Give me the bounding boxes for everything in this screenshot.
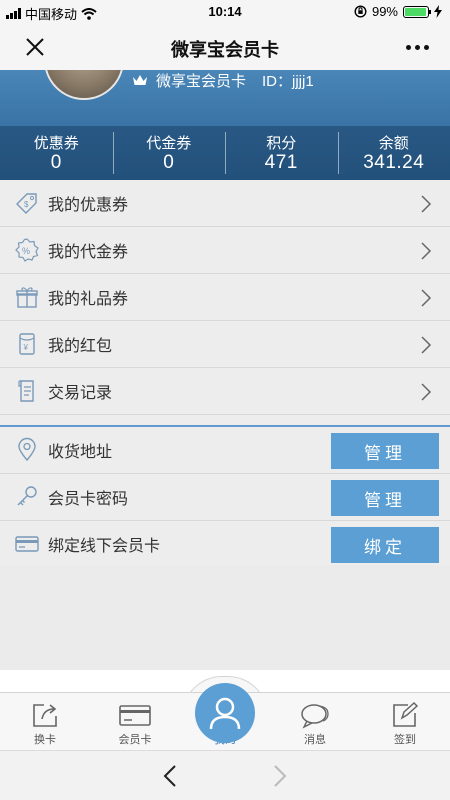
stat-value: 341.24 bbox=[363, 152, 425, 173]
manage-address-button[interactable]: 管理 bbox=[331, 433, 439, 469]
stat-value: 471 bbox=[264, 152, 298, 173]
menu-item-red-envelope[interactable]: ¥ 我的红包 bbox=[0, 321, 450, 368]
settings-row-address: 收货地址 管理 bbox=[0, 427, 450, 474]
charging-icon bbox=[434, 5, 442, 18]
edit-icon bbox=[393, 701, 419, 727]
manage-password-button[interactable]: 管理 bbox=[331, 480, 439, 516]
menu-item-coupons[interactable]: $ 我的优惠券 bbox=[0, 180, 450, 227]
menu-label: 我的优惠券 bbox=[48, 197, 129, 214]
menu-item-vouchers[interactable]: % 我的代金券 bbox=[0, 227, 450, 274]
forward-arrow-icon[interactable] bbox=[268, 763, 290, 789]
nav-bar: 微享宝会员卡 bbox=[0, 24, 450, 70]
chevron-right-icon bbox=[421, 383, 432, 401]
chevron-right-icon bbox=[421, 242, 432, 260]
location-pin-icon bbox=[18, 437, 36, 462]
menu-label: 我的礼品券 bbox=[48, 291, 129, 308]
stat-vouchers[interactable]: 代金券 0 bbox=[112, 126, 226, 180]
menu-item-gift-vouchers[interactable]: 我的礼品券 bbox=[0, 274, 450, 321]
menu-item-transactions[interactable]: 交易记录 bbox=[0, 368, 450, 415]
menu-label: 我的红包 bbox=[48, 338, 113, 355]
status-right: 99% bbox=[354, 4, 442, 19]
tab-label: 换卡 bbox=[34, 734, 56, 746]
svg-text:$: $ bbox=[24, 200, 29, 209]
tab-label: 签到 bbox=[394, 734, 416, 746]
card-name: 微享宝会员卡 bbox=[156, 72, 247, 90]
settings-row-password: 会员卡密码 管理 bbox=[0, 474, 450, 521]
user-icon bbox=[209, 697, 241, 730]
card-icon bbox=[15, 536, 39, 552]
back-arrow-icon[interactable] bbox=[160, 763, 182, 789]
orientation-lock-icon bbox=[354, 5, 367, 18]
settings-label: 会员卡密码 bbox=[48, 491, 129, 508]
member-header: 微享宝会员卡 ID：jjjj1 优惠券 0 代金券 0 积分 471 余额 34… bbox=[0, 70, 450, 180]
battery-percent: 99% bbox=[371, 4, 398, 19]
tab-label: 会员卡 bbox=[118, 734, 152, 746]
red-envelope-icon: ¥ bbox=[19, 333, 35, 355]
stat-coupons[interactable]: 优惠券 0 bbox=[0, 126, 113, 180]
settings-row-bind-card: 绑定线下会员卡 绑定 bbox=[0, 521, 450, 568]
stat-label: 积分 bbox=[266, 135, 297, 152]
key-icon bbox=[17, 486, 37, 506]
tab-check-in[interactable]: 签到 bbox=[360, 693, 450, 751]
svg-text:%: % bbox=[22, 246, 30, 256]
card-info: 微享宝会员卡 ID：jjjj1 bbox=[132, 70, 314, 90]
status-bar: 中国移动 10:14 99% bbox=[0, 0, 450, 24]
avatar[interactable] bbox=[44, 70, 124, 100]
settings-label: 绑定线下会员卡 bbox=[48, 538, 161, 555]
share-icon bbox=[33, 704, 57, 727]
stat-label: 代金券 bbox=[146, 135, 192, 152]
menu-label: 交易记录 bbox=[48, 385, 113, 402]
stats-bar: 优惠券 0 代金券 0 积分 471 余额 341.24 bbox=[0, 126, 450, 180]
chevron-right-icon bbox=[421, 195, 432, 213]
stat-label: 优惠券 bbox=[33, 135, 79, 152]
stat-label: 余额 bbox=[378, 135, 409, 152]
stat-points[interactable]: 积分 471 bbox=[225, 126, 338, 180]
bind-card-button[interactable]: 绑定 bbox=[331, 527, 439, 563]
percent-badge-icon: % bbox=[15, 238, 39, 262]
stat-value: 0 bbox=[163, 152, 175, 173]
tab-messages[interactable]: 消息 bbox=[270, 693, 360, 751]
chevron-right-icon bbox=[421, 336, 432, 354]
chat-icon bbox=[301, 704, 329, 729]
receipt-icon bbox=[18, 380, 34, 402]
chevron-right-icon bbox=[421, 289, 432, 307]
settings-label: 收货地址 bbox=[48, 444, 113, 461]
page-title: 微享宝会员卡 bbox=[171, 40, 279, 60]
more-icon[interactable] bbox=[402, 34, 432, 60]
menu-list: $ 我的优惠券 % 我的代金券 我的礼品券 ¥ 我的红包 交易记录 收货地址 管… bbox=[0, 180, 450, 568]
svg-text:¥: ¥ bbox=[23, 343, 29, 352]
battery-icon bbox=[403, 5, 431, 18]
coupon-tag-icon: $ bbox=[16, 193, 37, 214]
member-id: ID：jjjj1 bbox=[262, 72, 314, 90]
gift-icon bbox=[16, 287, 38, 308]
tab-mine-button[interactable] bbox=[195, 683, 255, 743]
stat-value: 0 bbox=[50, 152, 62, 173]
stat-balance[interactable]: 余额 341.24 bbox=[337, 126, 450, 180]
crown-icon bbox=[133, 75, 147, 85]
browser-toolbar bbox=[0, 750, 450, 800]
tab-label: 消息 bbox=[304, 734, 326, 746]
tab-member-card[interactable]: 会员卡 bbox=[90, 693, 180, 751]
card-icon bbox=[119, 705, 151, 726]
tab-switch-card[interactable]: 换卡 bbox=[0, 693, 90, 751]
empty-area bbox=[0, 565, 450, 670]
menu-label: 我的代金券 bbox=[48, 244, 129, 261]
section-divider bbox=[0, 415, 450, 427]
